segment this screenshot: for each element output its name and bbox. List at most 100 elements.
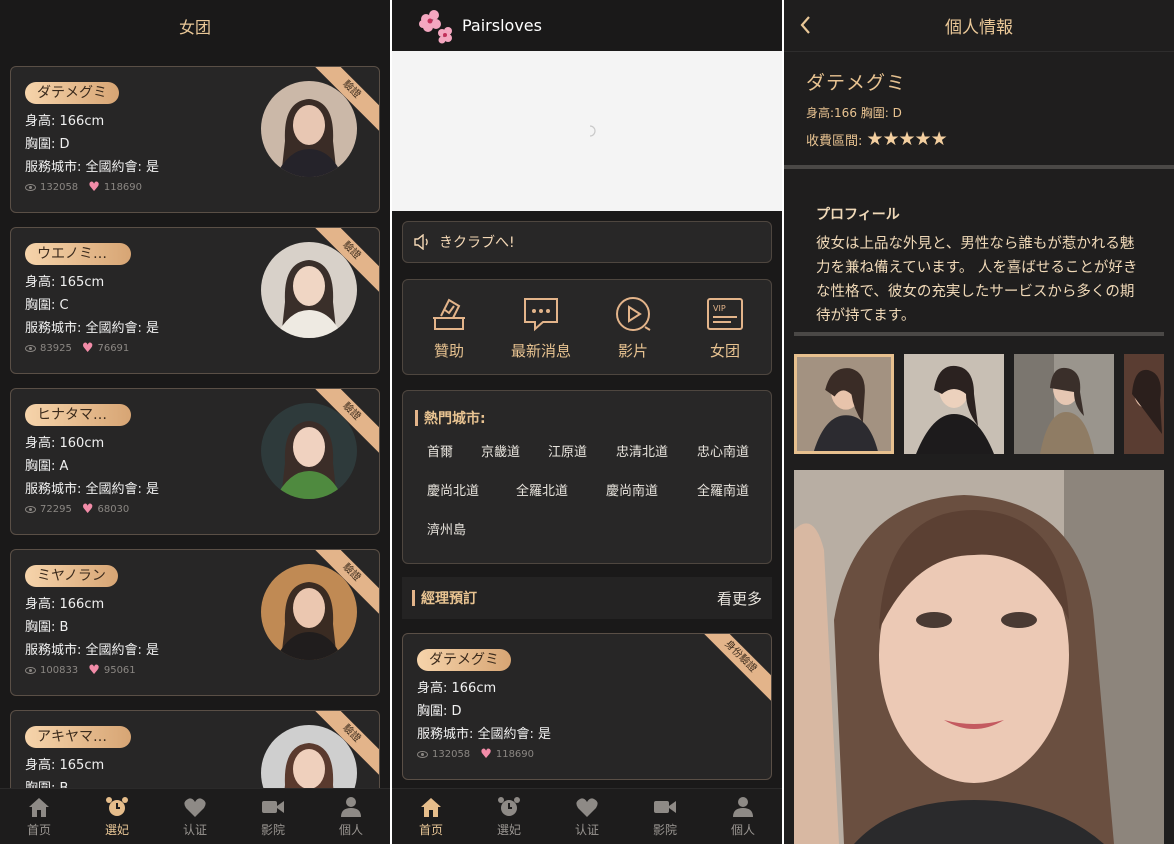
city-link[interactable]: 全羅北道 [516,480,568,499]
heart-icon: ♥ [480,747,492,762]
photo-thumbnail[interactable] [904,354,1004,454]
girl-card[interactable]: 驗證 ダテメグミ 身高: 166cm 胸圍: D 服務城市: 全國約會: 是 1… [10,66,380,213]
tab-label: 首页 [418,822,443,837]
svg-text:VIP: VIP [713,304,726,313]
main-profile-photo[interactable] [794,470,1164,844]
tab-heart[interactable]: 认证 [156,789,234,844]
girl-city: 服務城市: 全國約會: 是 [417,727,552,742]
hot-cities-panel: 熱門城市: 首爾 京畿道 江原道 忠清北道 忠心南道慶尚北道 全羅北道 慶尚南道 全羅南道濟州… [402,390,772,564]
girl-avatar [261,242,357,338]
manager-booking-header: 經理預訂 看更多 [402,577,772,619]
city-link[interactable]: 濟州島 [427,519,466,538]
home-icon [419,796,443,818]
bottom-tab-bar: 首页 選妃 认证 影院 個人 [392,788,782,844]
back-arrow-icon[interactable] [798,14,812,36]
eye-icon [25,345,36,352]
profile-measurements: 身高:166 胸圍: D [806,106,902,120]
app-header: Pairsloves [392,0,782,50]
photo-thumbnail[interactable] [794,354,894,454]
chat-bubble-icon [521,294,561,334]
profile-header: 個人情報 [784,0,1174,52]
like-count: 76691 [97,343,130,354]
girl-height: 身高: 165cm [25,275,105,290]
like-count: 118690 [103,182,143,193]
girl-avatar [261,81,357,177]
like-count: 95061 [103,665,136,676]
star-icon: ★ [866,128,883,150]
eye-icon [25,506,36,513]
girl-city: 服務城市: 全國約會: 是 [25,321,160,336]
ballot-box-icon [429,294,469,334]
girl-city: 服務城市: 全國約會: 是 [25,160,160,175]
like-count: 68030 [97,504,130,515]
quick-menu-item[interactable]: VIP 女团 [679,280,771,374]
city-link[interactable]: 全羅南道 [697,480,749,499]
tab-video-camera[interactable]: 影院 [234,789,312,844]
eye-icon [25,184,36,191]
city-link[interactable]: 忠心南道 [697,441,749,460]
divider [784,165,1174,169]
quick-menu-item[interactable]: 最新消息 [495,280,587,374]
quick-menu-item[interactable]: 贊助 [403,280,495,374]
bio-title: プロフィール [816,207,900,223]
girl-stats: 132058 ♥ 118690 [25,180,142,195]
verified-ribbon: 身份驗證 [694,634,771,703]
city-link[interactable]: 京畿道 [481,441,520,460]
view-count: 132058 [40,182,79,193]
app-name: Pairsloves [462,15,542,35]
tab-home[interactable]: 首页 [0,789,78,844]
star-rating: ★★★★★ [866,128,948,150]
girl-bust: 胸圍: D [417,704,462,719]
quick-menu-label: 最新消息 [510,341,571,360]
video-camera-icon [261,796,285,818]
photo-thumbnail[interactable] [1014,354,1114,454]
girl-name-tag: ウエノミサキ [25,243,131,265]
city-link[interactable]: 慶尚南道 [606,480,658,499]
home-icon [27,796,51,818]
tab-user[interactable]: 個人 [312,789,390,844]
section-bar [415,410,418,426]
city-link[interactable]: 忠清北道 [616,441,668,460]
city-link[interactable]: 慶尚北道 [427,480,479,499]
home-screen: Pairsloves きクラブへ! 贊助 最新消息 影片 VIP 女团 熱門城市:… [392,0,782,844]
star-icon: ★ [882,128,899,150]
notice-bar[interactable]: きクラブへ! [402,221,772,263]
view-count: 72295 [40,504,72,515]
profile-screen: 個人情報 ダテメグミ 身高:166 胸圍: D 收費區間: ★★★★★ プロフィ… [784,0,1174,844]
alarm-clock-icon [105,796,129,818]
tab-home[interactable]: 首页 [392,789,470,844]
quick-menu-item[interactable]: 影片 [587,280,679,374]
girl-card[interactable]: 驗證 ウエノミサキ 身高: 165cm 胸圍: C 服務城市: 全國約會: 是 … [10,227,380,374]
girl-avatar [261,403,357,499]
girl-stats: 132058 ♥ 118690 [417,747,534,762]
vip-ticket-icon: VIP [705,294,745,334]
tab-video-camera[interactable]: 影院 [626,789,704,844]
girl-height: 身高: 166cm [25,597,105,612]
photo-thumbnail[interactable] [1124,354,1164,454]
city-link[interactable]: 江原道 [548,441,587,460]
manager-booking-title-text: 經理預訂 [421,591,477,607]
tab-label: 认证 [182,822,207,837]
girl-card[interactable]: 驗證 ヒナタマサキ 身高: 160cm 胸圍: A 服務城市: 全國約會: 是 … [10,388,380,535]
tab-user[interactable]: 個人 [704,789,782,844]
girl-card[interactable]: 驗證 ミヤノラン 身高: 166cm 胸圍: B 服務城市: 全國約會: 是 1… [10,549,380,696]
star-icon: ★ [930,128,948,150]
see-more-link[interactable]: 看更多 [717,588,762,609]
tab-alarm-clock[interactable]: 選妃 [78,789,156,844]
hot-cities-title: 熱門城市: [415,408,486,428]
tab-label: 個人 [730,822,755,837]
quick-menu-label: 女团 [709,341,740,360]
user-icon [339,796,363,818]
tab-alarm-clock[interactable]: 選妃 [470,789,548,844]
girl-stats: 83925 ♥ 76691 [25,341,129,356]
section-bar [412,590,415,606]
page-title: 個人情報 [945,18,1013,38]
bio-text: 彼女は上品な外見と、男性なら誰もが惹かれる魅力を兼ね備えています。 人を喜ばせる… [816,236,1138,324]
banner-carousel[interactable] [392,51,782,211]
heart-icon: ♥ [81,502,94,517]
city-link[interactable]: 首爾 [427,441,453,460]
tab-heart[interactable]: 认证 [548,789,626,844]
star-icon: ★ [898,128,915,150]
featured-girl-card[interactable]: 身份驗證 ダテメグミ 身高: 166cm 胸圍: D 服務城市: 全國約會: 是… [402,633,772,780]
notice-text: きクラブへ! [439,235,515,251]
